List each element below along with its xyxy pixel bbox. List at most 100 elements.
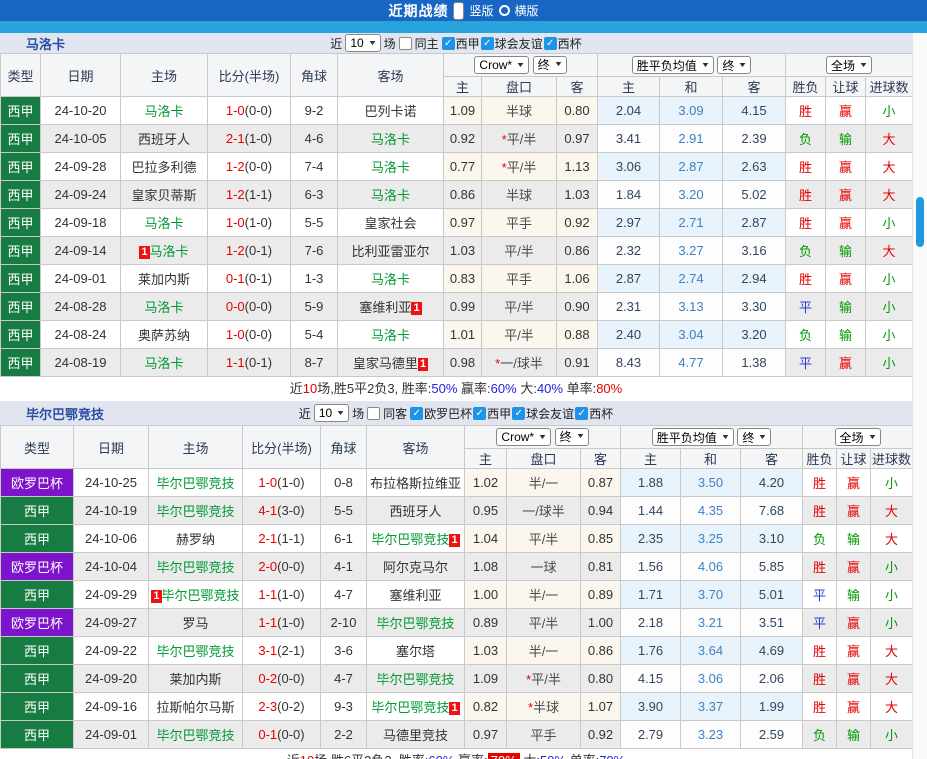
result-cell: 胜 [785,180,827,209]
result-cell: 平 [802,608,838,637]
team-label: 奥萨苏纳 [137,328,190,343]
result-group-header: 全场 ▼ [785,53,914,77]
league-cell: 西甲 [0,264,41,293]
odds-away-cell: 0.92 [580,720,621,749]
match-filters: 近 10 ▼ 场 同客 ✓ 欧罗巴杯 ✓ 西甲 ✓ 球会友谊 ✓ 西杯 [299,404,613,422]
odds-source-select[interactable]: Crow* ▼ [496,428,552,447]
radio-vertical-label[interactable]: 竖版 [469,2,493,19]
col-avg-draw: 和 [680,448,741,469]
scope-select[interactable]: 全场 ▼ [826,56,872,74]
league-checkbox[interactable]: ✓ [543,36,557,50]
handicap-line-cell: 平/半 [481,292,557,321]
away-team-cell: 塞维利亚 1 [337,292,444,321]
near-label: 近 [298,406,311,421]
goals-result-cell: 小 [865,208,914,237]
line-text: 半球 [505,188,532,203]
section-header-mallorca: 马洛卡 近 10 ▼ 场 同主 ✓ 西甲 ✓ 球会友谊 ✓ 西杯 [0,33,912,53]
odds-home-cell: 1.04 [464,524,507,553]
result-cell: 胜 [802,692,838,721]
same-venue-checkbox[interactable] [398,36,412,50]
league-checkbox[interactable]: ✓ [512,406,526,420]
away-team-cell: 毕尔巴鄂竞技 [366,608,465,637]
same-venue-checkbox[interactable] [367,406,381,420]
radio-horizontal-label[interactable]: 横版 [515,2,539,19]
away-team-cell: 毕尔巴鄂竞技 1 [366,692,465,721]
line-text: 平/半 [528,616,559,631]
team-label: 塞维利亚 [359,300,412,315]
league-checkbox[interactable]: ✓ [441,36,455,50]
away-team-cell: 塞维利亚 [366,580,465,609]
summary-segment: 60% [490,381,517,396]
date-cell: 24-09-22 [73,636,149,665]
odds-home-cell: 0.86 [443,180,482,209]
league-checkbox[interactable]: ✓ [575,406,589,420]
avg-stage-select[interactable]: 终 ▼ [717,56,752,74]
red-card-badge: 1 [449,534,460,547]
league-checkbox[interactable]: ✓ [480,36,494,50]
team-label: 毕尔巴鄂竞技 [156,644,235,659]
col-away: 客场 [337,53,444,97]
summary-segment: 胜率: [399,753,429,759]
odds-away-cell: 0.91 [556,348,598,377]
league-filter-group: ✓ 欧罗巴杯 ✓ 西甲 ✓ 球会友谊 ✓ 西杯 [410,405,613,422]
team-name: 毕尔巴鄂竞技 [26,406,105,422]
result-cell: 平 [785,292,827,321]
corner-cell: 5-5 [290,208,338,237]
avg-source-select[interactable]: 胜平负均值 ▼ [651,428,734,446]
summary-segment: 近 [287,753,300,759]
handicap-line-cell: 半球 [481,180,557,209]
team-label: 西班牙人 [389,504,442,519]
scope-select[interactable]: 全场 ▼ [834,428,881,446]
radio-horizontal-layout[interactable] [498,5,510,16]
odds-source-select[interactable]: Crow* ▼ [474,56,530,75]
league-checkbox[interactable]: ✓ [410,406,424,420]
team-label: 毕尔巴鄂竞技 [156,476,235,491]
odds-stage-select[interactable]: 终 ▼ [554,427,589,446]
odds-home-cell: 0.99 [443,292,482,321]
odds-away-cell: 1.13 [556,152,598,181]
avg-away-cell: 5.85 [739,552,804,581]
summary-segment: 单率: [566,753,600,759]
match-row: 西甲 24-09-18 马洛卡 1-0(1-0) 5-5 皇家社会 0.97 平手 0.92 2.… [0,208,914,237]
col-odds-away: 客 [580,448,621,469]
date-cell: 24-09-01 [40,264,121,293]
line-text: 平/半 [504,328,534,343]
odds-away-cell: 0.85 [580,524,621,553]
scrollbar-thumb[interactable] [916,197,924,247]
odds-stage-select[interactable]: 终 ▼ [532,55,567,74]
col-date: 日期 [73,425,149,469]
match-count-select[interactable]: 10 ▼ [313,404,350,422]
avg-draw-cell: 3.27 [659,236,723,265]
odds-away-cell: 1.06 [556,264,598,293]
full-time-score: 0-0 [225,299,245,314]
avg-stage-select[interactable]: 终 ▼ [737,428,772,446]
date-cell: 24-09-29 [73,580,149,609]
avg-home-cell: 2.97 [597,208,660,237]
league-checkbox[interactable]: ✓ [473,406,487,420]
corner-cell: 2-2 [320,720,367,749]
handicap-result-cell: 输 [836,720,872,749]
match-count-select[interactable]: 10 ▼ [345,34,381,52]
odds-home-cell: 1.02 [464,468,507,497]
handicap-line-cell: 平手 [481,208,557,237]
score-cell: 2-1(1-0) [207,124,291,153]
handicap-result-cell: 输 [836,524,872,553]
score-cell: 1-1(1-0) [242,580,321,609]
avg-source-select[interactable]: 胜平负均值 ▼ [631,56,714,74]
radio-vertical-layout[interactable] [453,1,465,20]
col-score: 比分(半场) [242,425,321,469]
team-label: 马洛卡 [370,160,410,175]
result-cell: 负 [785,124,827,153]
score-cell: 4-1(3-0) [242,496,321,525]
goals-result-cell: 大 [865,180,914,209]
goals-result-cell: 大 [870,496,914,525]
half-time-score: (1-1) [277,531,305,546]
avg-draw-cell: 4.06 [680,552,741,581]
away-team-cell: 毕尔巴鄂竞技 1 [366,524,465,553]
avg-away-cell: 7.68 [739,496,804,525]
scrollbar-track[interactable] [912,33,927,759]
full-time-score: 1-2 [225,187,245,202]
col-result: 胜负 [802,448,838,469]
match-row: 欧罗巴杯 24-09-27 罗马 1-1(1-0) 2-10 毕尔巴鄂竞技 0.89 平/半 1… [0,608,914,637]
league-cell: 西甲 [0,96,41,125]
